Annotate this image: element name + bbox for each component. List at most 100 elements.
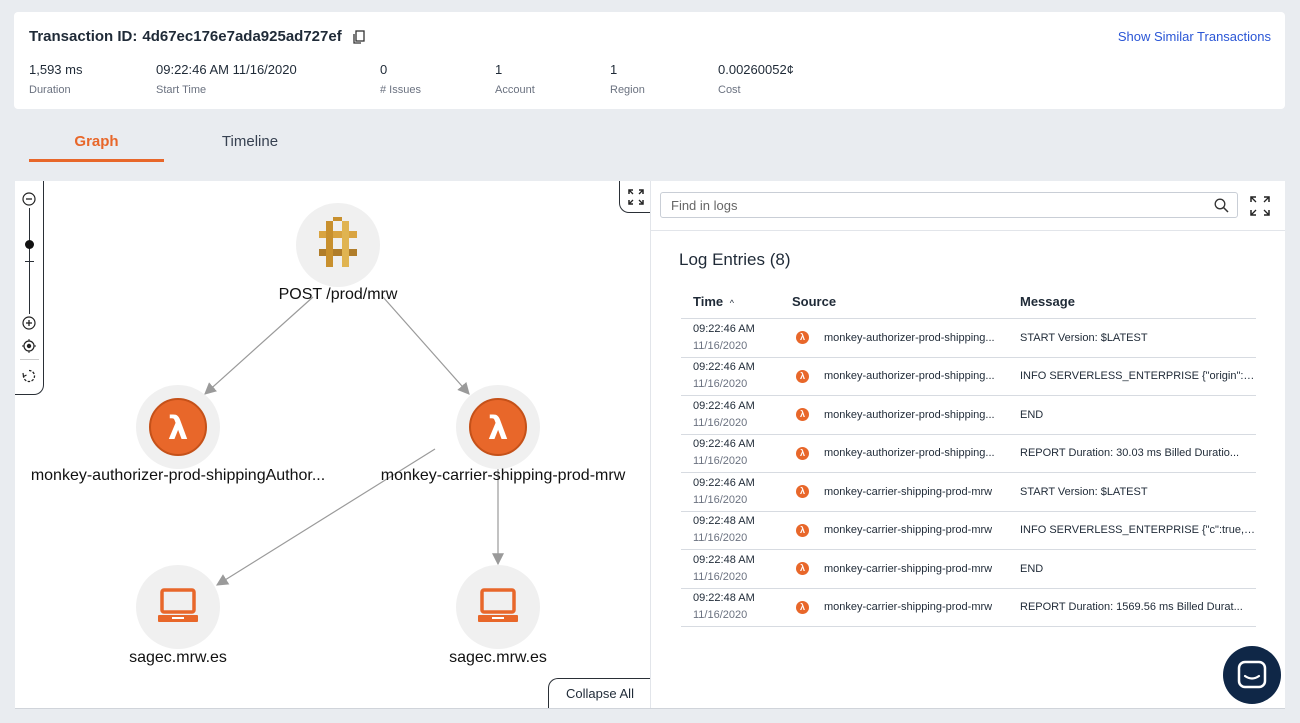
- node-authorizer-lambda[interactable]: λ: [136, 385, 220, 469]
- log-search-box: [660, 192, 1238, 218]
- log-message: INFO SERVERLESS_ENTERPRISE {"origin":"..…: [1020, 370, 1256, 383]
- panel-bottom-edge: [15, 708, 1285, 709]
- lambda-icon: λ: [796, 523, 809, 537]
- log-date: 11/16/2020: [693, 493, 748, 506]
- node-carrier-lambda[interactable]: λ: [456, 385, 540, 469]
- log-time: 09:22:48 AM: [693, 515, 755, 528]
- log-source: monkey-carrier-shipping-prod-mrw: [824, 485, 993, 498]
- node-sagec-right[interactable]: [456, 565, 540, 649]
- center-target-icon[interactable]: [22, 339, 36, 353]
- lambda-icon: λ: [796, 446, 809, 460]
- log-source: monkey-carrier-shipping-prod-mrw: [824, 562, 993, 575]
- log-row[interactable]: 09:22:46 AM 11/16/2020 λ monkey-authorizer…: [681, 319, 1256, 358]
- search-icon[interactable]: [1214, 198, 1229, 213]
- lambda-icon: λ: [796, 369, 809, 383]
- edge-api-to-carrier: [382, 296, 470, 395]
- stat-start-time: 09:22:46 AM 11/16/2020 Start Time: [156, 62, 297, 96]
- chat-launcher-button[interactable]: [1223, 646, 1281, 704]
- log-time: 09:22:46 AM: [693, 438, 755, 451]
- lambda-icon: λ: [796, 562, 809, 576]
- log-time: 09:22:46 AM: [693, 399, 755, 412]
- stat-label: Region: [610, 84, 645, 96]
- stat-label: # Issues: [380, 84, 421, 96]
- log-message: END: [1020, 562, 1044, 575]
- node-sagec-left[interactable]: [136, 565, 220, 649]
- stat-region: 1 Region: [610, 62, 645, 96]
- log-date: 11/16/2020: [693, 416, 748, 429]
- log-source: monkey-authorizer-prod-shipping...: [824, 331, 995, 344]
- tab-timeline[interactable]: Timeline: [164, 122, 336, 162]
- stat-issues: 0 # Issues: [380, 62, 421, 96]
- column-header-source[interactable]: Source: [781, 294, 1010, 309]
- log-row[interactable]: 09:22:48 AM 11/16/2020 λ monkey-carrier-sh…: [681, 512, 1256, 550]
- log-date: 11/16/2020: [693, 339, 748, 352]
- expand-icon: [620, 189, 650, 217]
- sort-ascending-icon: ^: [729, 298, 734, 308]
- reset-layout-icon[interactable]: [22, 369, 36, 383]
- collapse-all-button[interactable]: Collapse All: [548, 678, 650, 708]
- stat-cost: 0.00260052¢ Cost: [718, 62, 794, 96]
- log-time: 09:22:46 AM: [693, 476, 755, 489]
- zoom-out-icon[interactable]: [22, 192, 36, 206]
- tab-graph[interactable]: Graph: [29, 122, 164, 162]
- view-tabs: Graph Timeline: [29, 122, 336, 162]
- node-label-authorizer: monkey-authorizer-prod-shippingAuthor...: [30, 467, 326, 484]
- node-label-api: POST /prod/mrw: [278, 286, 398, 303]
- chat-icon: [1223, 660, 1281, 708]
- log-row[interactable]: 09:22:48 AM 11/16/2020 λ monkey-carrier-sh…: [681, 550, 1256, 589]
- log-row[interactable]: 09:22:46 AM 11/16/2020 λ monkey-authorizer…: [681, 435, 1256, 473]
- column-header-message[interactable]: Message: [1010, 294, 1256, 309]
- node-label-sagec-right: sagec.mrw.es: [449, 649, 547, 666]
- stat-account: 1 Account: [495, 62, 535, 96]
- copy-icon[interactable]: [352, 29, 366, 44]
- log-message: REPORT Duration: 30.03 ms Billed Duratio…: [1020, 447, 1240, 460]
- graph-canvas: λ λ: [136, 203, 540, 649]
- node-api-gateway[interactable]: [296, 203, 380, 287]
- log-source: monkey-authorizer-prod-shipping...: [824, 447, 995, 460]
- column-header-time[interactable]: Time ^: [681, 294, 781, 309]
- log-message: REPORT Duration: 1569.56 ms Billed Durat…: [1020, 601, 1243, 614]
- expand-graph-button[interactable]: [619, 181, 650, 213]
- lambda-icon: λ: [796, 485, 809, 499]
- stat-value: 0.00260052¢: [718, 62, 794, 77]
- log-row[interactable]: 09:22:46 AM 11/16/2020 λ monkey-authorizer…: [681, 396, 1256, 435]
- transaction-id-label: Transaction ID:: [29, 28, 138, 45]
- log-row[interactable]: 09:22:48 AM 11/16/2020 λ monkey-carrier-sh…: [681, 589, 1256, 627]
- log-date: 11/16/2020: [693, 455, 748, 468]
- show-similar-transactions-link[interactable]: Show Similar Transactions: [1118, 29, 1271, 44]
- lambda-icon: λ: [149, 398, 207, 456]
- log-source: monkey-carrier-shipping-prod-mrw: [824, 601, 993, 614]
- log-source: monkey-carrier-shipping-prod-mrw: [824, 524, 993, 537]
- stat-value: 09:22:46 AM 11/16/2020: [156, 62, 297, 77]
- divider: [651, 230, 1285, 231]
- stat-duration: 1,593 ms Duration: [29, 62, 82, 96]
- stat-value: 1: [495, 62, 503, 77]
- expand-logs-icon[interactable]: [1249, 195, 1271, 217]
- transaction-title: Transaction ID: 4d67ec176e7ada925ad727ef: [29, 28, 366, 45]
- log-time: 09:22:48 AM: [693, 592, 755, 605]
- log-date: 11/16/2020: [693, 378, 748, 391]
- log-date: 11/16/2020: [693, 532, 748, 545]
- stat-label: Account: [495, 84, 535, 96]
- edge-api-to-authorizer: [204, 296, 314, 395]
- log-row[interactable]: 09:22:46 AM 11/16/2020 λ monkey-carrier-sh…: [681, 473, 1256, 512]
- stat-label: Duration: [29, 84, 71, 96]
- zoom-slider-tick: [25, 261, 34, 262]
- zoom-controls: [15, 181, 44, 395]
- log-search-input[interactable]: [661, 193, 1201, 217]
- zoom-slider-handle[interactable]: [25, 240, 34, 249]
- lambda-icon: λ: [796, 408, 809, 422]
- transaction-id-value: 4d67ec176e7ada925ad727ef: [142, 28, 342, 45]
- lambda-icon: λ: [796, 600, 809, 614]
- svg-text:λ: λ: [488, 409, 508, 447]
- log-entries-title: Log Entries (8): [679, 250, 791, 269]
- node-label-carrier: monkey-carrier-shipping-prod-mrw: [380, 467, 626, 484]
- log-time: 09:22:48 AM: [693, 553, 755, 566]
- log-time: 09:22:46 AM: [693, 361, 755, 374]
- node-label-sagec-left: sagec.mrw.es: [129, 649, 227, 666]
- logs-panel: Log Entries (8) Time ^ Source Message 09…: [651, 181, 1285, 708]
- log-row[interactable]: 09:22:46 AM 11/16/2020 λ monkey-authorizer…: [681, 358, 1256, 396]
- stat-label: Start Time: [156, 84, 207, 96]
- zoom-divider: [20, 359, 39, 360]
- zoom-in-icon[interactable]: [22, 316, 36, 330]
